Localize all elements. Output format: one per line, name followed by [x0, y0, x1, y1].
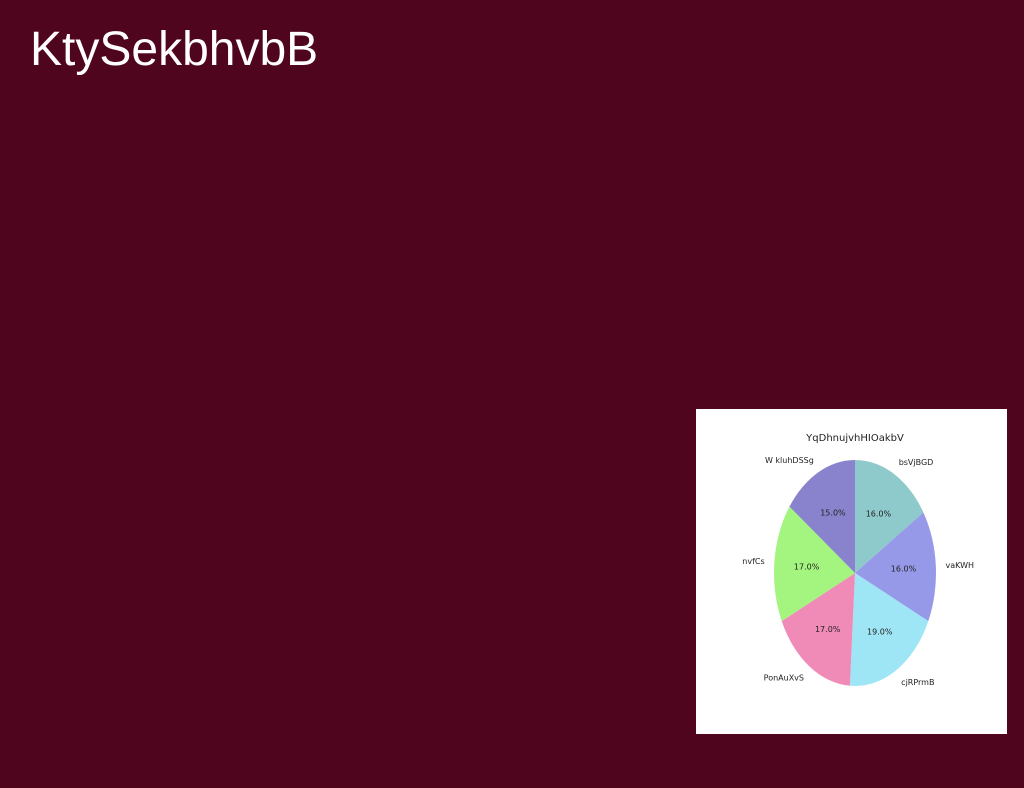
- slice-percent-label: 16.0%: [866, 510, 892, 519]
- page-title: KtySekbhvbB: [30, 23, 319, 76]
- pie-chart-panel: YqDhnujvhHIOakbV bsVjBGD 16.0% vaKWH 16.0% c…: [696, 409, 1007, 734]
- pie-chart: YqDhnujvhHIOakbV bsVjBGD 16.0% vaKWH 16.0% c…: [742, 433, 975, 687]
- slice-label: PonAuXvS: [764, 674, 804, 683]
- chart-title: YqDhnujvhHIOakbV: [805, 433, 904, 444]
- slice-label: W kluhDSSg: [765, 456, 814, 465]
- slice-label: nvfCs: [742, 557, 764, 566]
- slice-percent-label: 15.0%: [820, 509, 846, 518]
- slice-percent-label: 17.0%: [794, 563, 820, 572]
- slice-percent-label: 17.0%: [815, 625, 841, 634]
- slice-label: bsVjBGD: [899, 458, 934, 467]
- slice-label: vaKWH: [946, 561, 975, 570]
- slice-percent-label: 19.0%: [867, 627, 893, 636]
- slice-percent-label: 16.0%: [891, 565, 917, 574]
- slice-label: cjRPrmB: [901, 678, 934, 687]
- page: KtySekbhvbB YqDhnujvhHIOakbV bsVjBGD 16.0…: [0, 0, 1024, 788]
